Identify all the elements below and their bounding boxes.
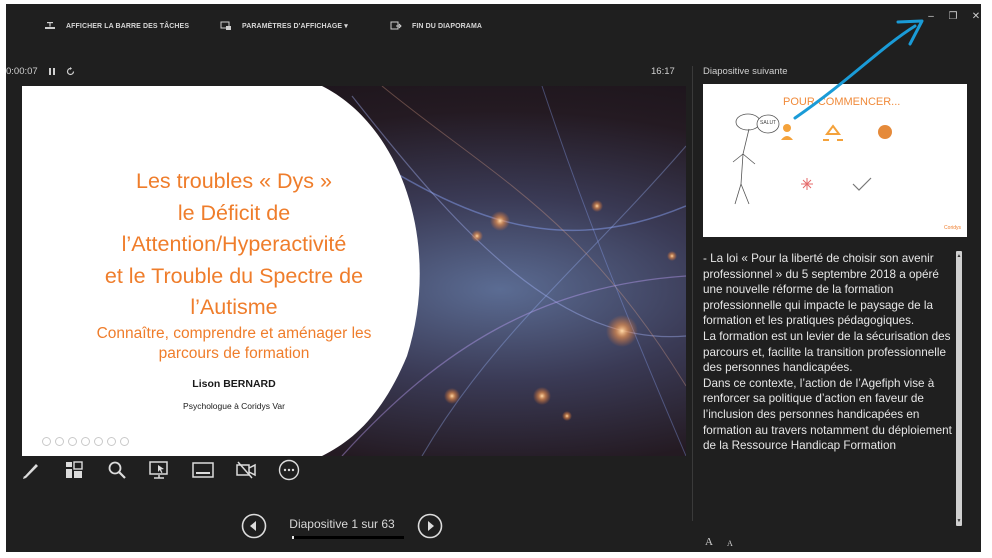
- slide-title-line: l’Attention/Hyperactivité: [121, 232, 347, 256]
- end-slideshow-icon: [390, 21, 402, 30]
- next-slide-button[interactable]: [417, 513, 443, 539]
- pause-icon[interactable]: [48, 67, 56, 76]
- presenter-tools: [20, 459, 321, 481]
- mini-control-icon[interactable]: [94, 437, 103, 446]
- more-options-button[interactable]: [278, 459, 300, 481]
- pen-tool-button[interactable]: [20, 459, 42, 481]
- more-options-icon: [278, 459, 300, 481]
- presenter-view: AFFICHER LA BARRE DES TÂCHES PARAMÈTRES …: [6, 4, 981, 552]
- slide-text-block: Les troubles « Dys » le Déficit de l’Att…: [64, 166, 404, 411]
- next-slide-illustration: [732, 113, 892, 205]
- slide-counter[interactable]: Diapositive 1 sur 63: [267, 513, 417, 539]
- slide-affiliation: Psychologue à Coridys Var: [183, 400, 285, 411]
- see-all-slides-button[interactable]: [63, 459, 85, 481]
- current-time: 16:17: [651, 66, 675, 77]
- speaker-notes[interactable]: - La loi « Pour la liberté de choisir so…: [703, 251, 955, 526]
- pointer-options-icon: [149, 461, 168, 479]
- end-slideshow-label: FIN DU DIAPORAMA: [412, 22, 483, 30]
- panel-divider[interactable]: [692, 66, 693, 521]
- slide-title-line: le Déficit de: [177, 200, 291, 225]
- subtitles-button[interactable]: [192, 459, 214, 481]
- close-button[interactable]: ✕: [969, 10, 983, 24]
- mini-control-icon[interactable]: [81, 437, 90, 446]
- pointer-options-button[interactable]: [149, 459, 171, 481]
- next-slide-brand: Coridys: [944, 225, 961, 231]
- display-settings-label: PARAMÈTRES D'AFFICHAGE ▾: [242, 23, 348, 30]
- slide-navigation: Diapositive 1 sur 63: [241, 512, 443, 540]
- previous-slide-button[interactable]: [241, 513, 267, 539]
- scroll-up-arrow-icon[interactable]: ▲: [956, 253, 962, 259]
- slide-counter-label: Diapositive 1 sur 63: [289, 517, 395, 531]
- scroll-down-arrow-icon[interactable]: ▼: [956, 518, 962, 524]
- mini-control-icon[interactable]: [120, 437, 129, 446]
- camera-off-icon: [236, 461, 256, 479]
- slide-progress-fill: [292, 536, 294, 539]
- decrease-font-button[interactable]: A: [727, 539, 733, 548]
- increase-font-button[interactable]: A: [705, 536, 713, 548]
- slide-subtitle-line: parcours de formation: [158, 344, 310, 362]
- elapsed-timer: 0:00:07: [6, 66, 75, 77]
- presenter-toolbar: AFFICHER LA BARRE DES TÂCHES PARAMÈTRES …: [6, 4, 981, 44]
- pen-tool-icon: [23, 464, 38, 479]
- mini-control-icon[interactable]: [42, 437, 51, 446]
- previous-icon: [241, 513, 267, 539]
- mini-control-icon[interactable]: [107, 437, 116, 446]
- restore-button[interactable]: ❐: [946, 10, 960, 24]
- current-slide[interactable]: Les troubles « Dys » le Déficit de l’Att…: [22, 86, 686, 456]
- next-slide-label: Diapositive suivante: [703, 66, 788, 77]
- slide-author: Lison BERNARD: [192, 377, 276, 390]
- slide-title-line: et le Trouble du Spectre de: [104, 263, 364, 288]
- zoom-icon: [108, 461, 126, 479]
- next-icon: [417, 513, 443, 539]
- show-taskbar-button[interactable]: AFFICHER LA BARRE DES TÂCHES: [44, 20, 189, 32]
- slide-mini-controls: [42, 437, 129, 446]
- slide-title-line: Les troubles « Dys »: [136, 169, 332, 193]
- see-all-slides-icon: [66, 461, 83, 478]
- display-settings-button[interactable]: PARAMÈTRES D'AFFICHAGE ▾: [220, 20, 348, 32]
- next-slide-thumbnail[interactable]: POUR COMMENCER... Coridys SALUT: [703, 84, 967, 237]
- slide-title-line: l’Autisme: [190, 295, 278, 319]
- show-taskbar-label: AFFICHER LA BARRE DES TÂCHES: [66, 22, 190, 30]
- end-slideshow-button[interactable]: FIN DU DIAPORAMA: [390, 20, 482, 32]
- thumb-caption: [771, 144, 805, 148]
- notes-paragraph: - La loi « Pour la liberté de choisir so…: [703, 252, 939, 328]
- mini-control-icon[interactable]: [55, 437, 64, 446]
- mini-control-icon[interactable]: [68, 437, 77, 446]
- zoom-button[interactable]: [106, 459, 128, 481]
- elapsed-time: 0:00:07: [6, 66, 38, 77]
- speech-bubble-text: SALUT: [760, 120, 777, 126]
- slide-progress-bar: [292, 536, 404, 539]
- subtitles-icon: [192, 462, 214, 478]
- slide-subtitle-line: Connaître, comprendre et aménager les: [96, 324, 372, 342]
- notes-scrollbar[interactable]: ▲ ▼: [956, 251, 962, 526]
- display-settings-icon: [220, 21, 231, 30]
- camera-toggle-button[interactable]: [235, 459, 257, 481]
- taskbar-icon: [45, 22, 55, 29]
- reset-icon[interactable]: [66, 67, 75, 76]
- notes-paragraph: La formation est un levier de la sécuris…: [703, 329, 951, 375]
- minimize-button[interactable]: –: [924, 10, 938, 24]
- notes-paragraph: Dans ce contexte, l’action de l’Agefiph …: [703, 376, 952, 453]
- notes-font-size-controls: A A: [705, 536, 733, 548]
